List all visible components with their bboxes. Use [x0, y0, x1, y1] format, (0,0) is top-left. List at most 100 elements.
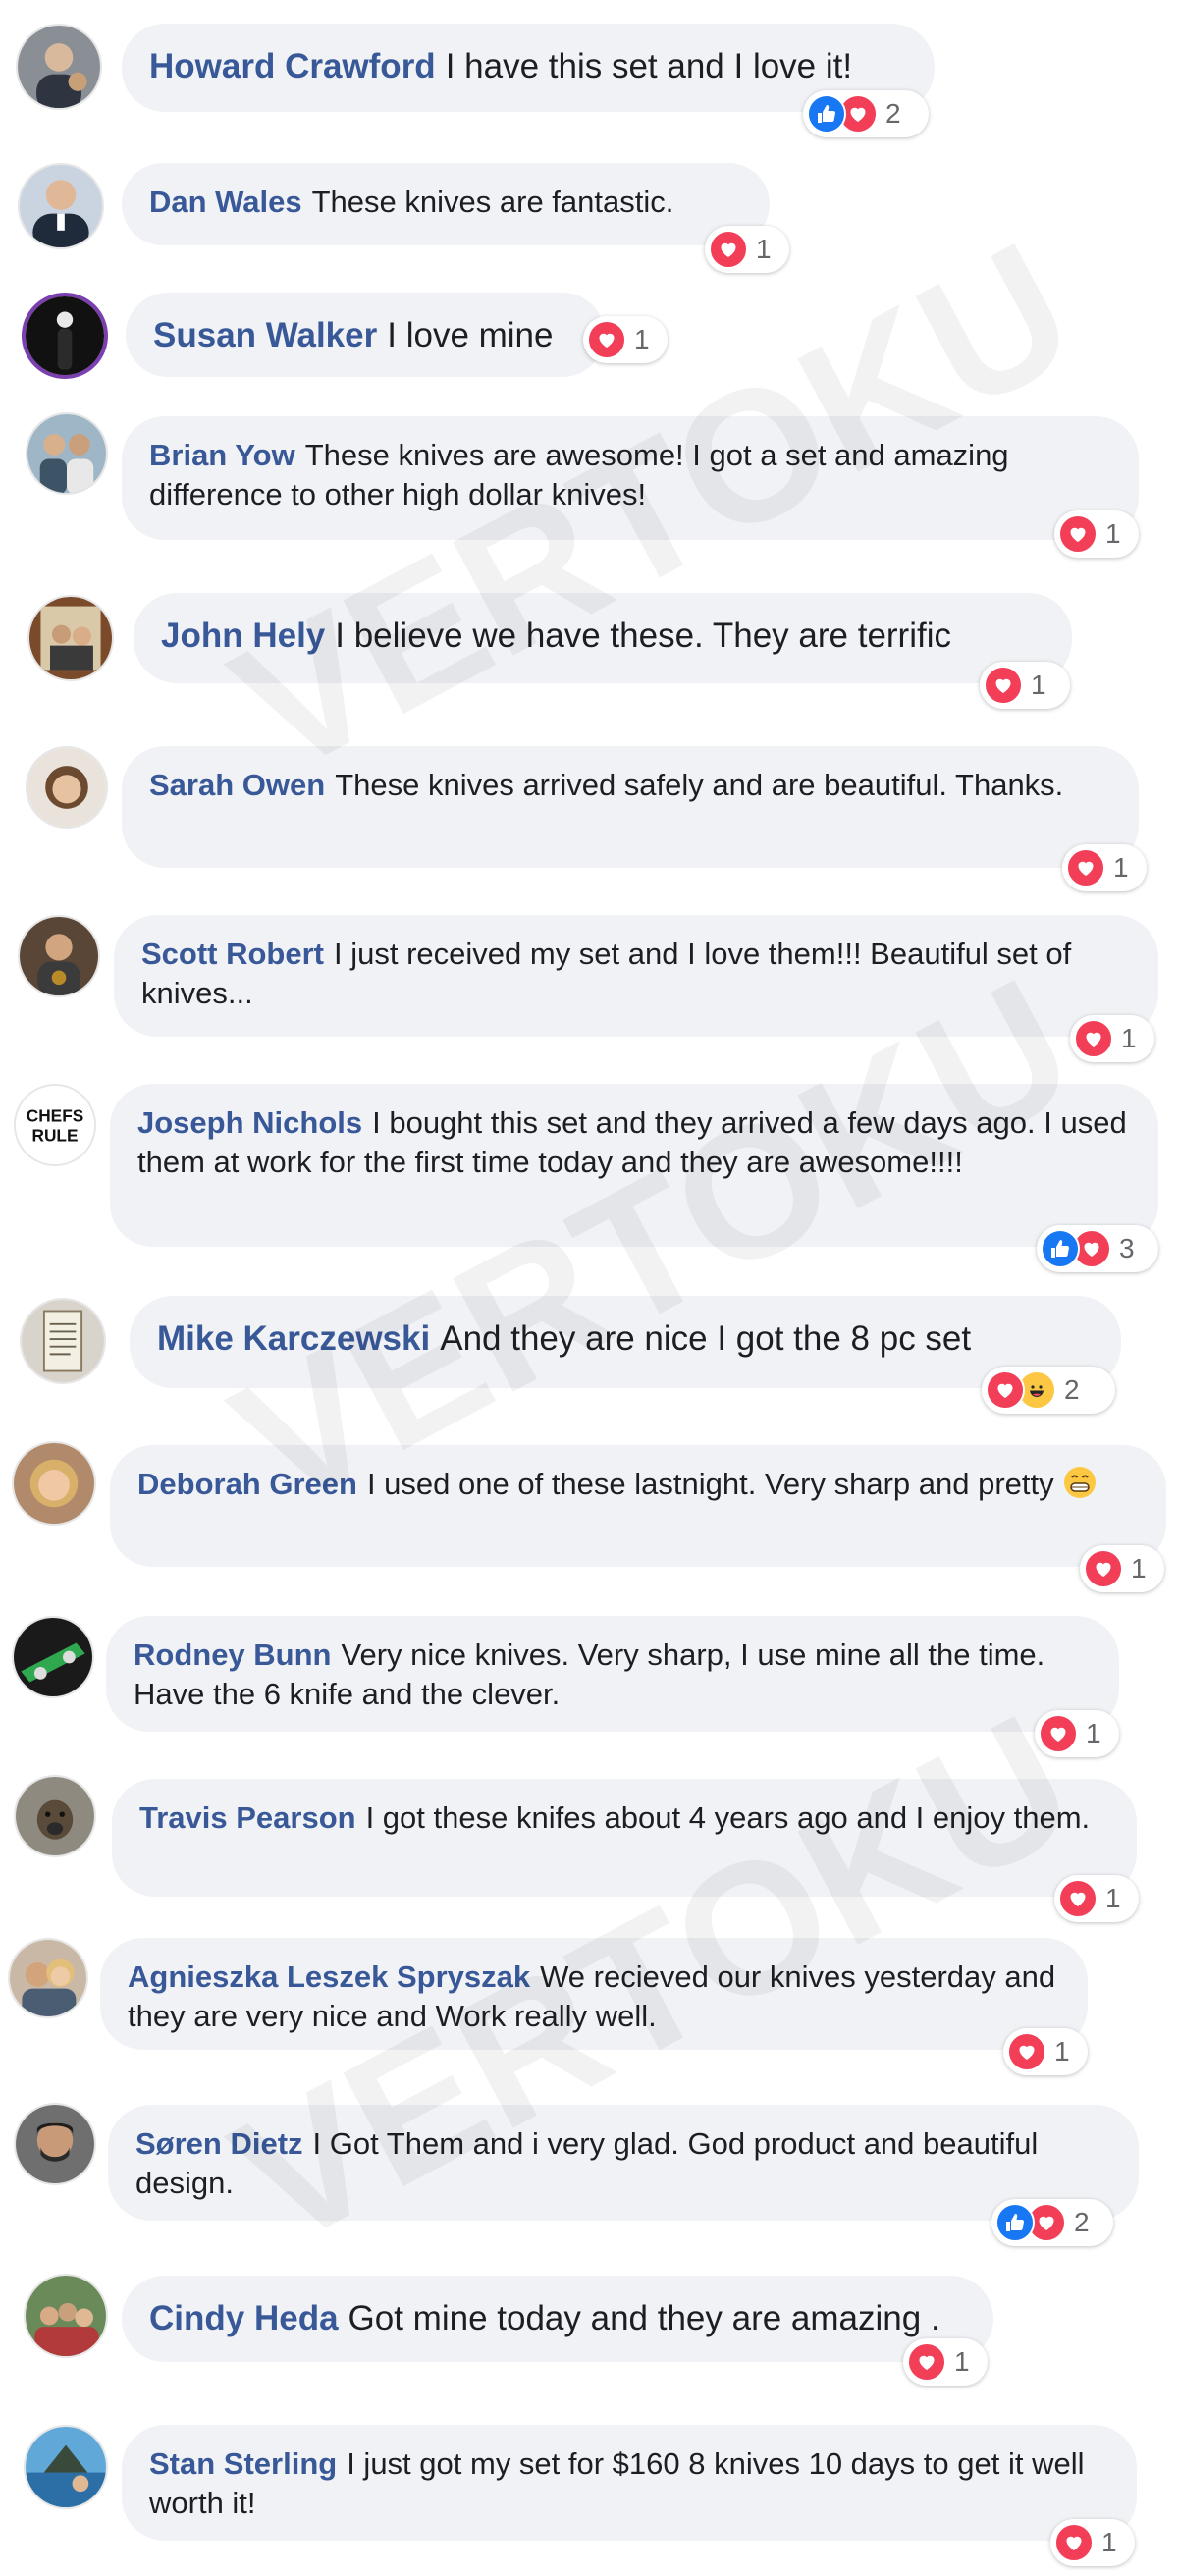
avatar[interactable] — [12, 1616, 94, 1698]
comment-bubble: Mike Karczewski And they are nice I got t… — [130, 1296, 1121, 1388]
reaction-count: 1 — [1101, 2527, 1117, 2557]
reaction-summary[interactable]: 1 — [1050, 2519, 1135, 2566]
comment-bubble: Scott Robert I just received my set and I… — [114, 915, 1158, 1037]
avatar[interactable] — [14, 1775, 96, 1857]
reaction-summary[interactable]: 1 — [1003, 2028, 1088, 2075]
grin-icon — [1064, 1467, 1097, 1498]
avatar[interactable] — [18, 915, 100, 997]
reaction-count: 1 — [1086, 1718, 1101, 1748]
comment-text: I have this set and I love it! — [445, 47, 853, 85]
reaction-count: 1 — [1105, 1883, 1121, 1913]
love-icon — [984, 666, 1023, 705]
avatar[interactable] — [26, 412, 108, 495]
comment-text: And they are nice I got the 8 pc set — [440, 1319, 972, 1358]
love-icon — [1066, 848, 1105, 887]
comment-text: I believe we have these. They are terrif… — [335, 617, 951, 655]
commenter-name[interactable]: Mike Karczewski — [157, 1319, 430, 1358]
reaction-count: 1 — [1105, 518, 1121, 549]
reaction-summary[interactable]: 1 — [1062, 844, 1147, 891]
commenter-name[interactable]: Rodney Bunn — [134, 1637, 332, 1672]
commenter-name[interactable]: John Hely — [161, 617, 325, 655]
commenter-name[interactable]: Joseph Nichols — [137, 1105, 362, 1140]
reaction-summary[interactable]: 2 — [991, 2199, 1113, 2246]
avatar-text-line2: RULE — [32, 1125, 79, 1145]
comment-bubble: Cindy Heda Got mine today and they are am… — [122, 2276, 993, 2362]
comment-text: Got mine today and they are amazing . — [348, 2299, 940, 2337]
comment-text: I love mine — [387, 316, 554, 354]
avatar[interactable] — [8, 1938, 88, 2018]
reaction-count: 3 — [1119, 1233, 1135, 1263]
comment-bubble: Brian Yow These knives are awesome! I got… — [122, 416, 1139, 540]
reaction-count: 1 — [954, 2346, 970, 2377]
reaction-count: 1 — [1121, 1023, 1137, 1053]
commenter-name[interactable]: Dan Wales — [149, 185, 302, 219]
comment-text: These knives are fantastic. — [311, 185, 674, 219]
reaction-summary[interactable]: 3 — [1037, 1225, 1158, 1272]
reaction-count: 1 — [634, 324, 650, 354]
commenter-name[interactable]: Cindy Heda — [149, 2299, 339, 2337]
love-icon — [1058, 1879, 1098, 1918]
comment-bubble: Dan Wales These knives are fantastic. — [122, 163, 770, 245]
avatar[interactable] — [16, 24, 102, 110]
avatar[interactable] — [26, 746, 108, 829]
love-icon — [1054, 2523, 1094, 2562]
reaction-count: 2 — [885, 98, 901, 129]
like-icon — [1041, 1229, 1080, 1268]
reaction-summary[interactable]: 1 — [583, 316, 668, 363]
reaction-summary[interactable]: 1 — [705, 226, 789, 273]
commenter-name[interactable]: Deborah Green — [137, 1467, 357, 1501]
like-icon — [807, 94, 846, 134]
avatar[interactable] — [20, 1298, 106, 1384]
commenter-name[interactable]: Susan Walker — [153, 316, 377, 354]
commenter-name[interactable]: Travis Pearson — [139, 1800, 356, 1835]
love-icon — [1084, 1549, 1123, 1588]
reaction-summary[interactable]: 1 — [1080, 1545, 1164, 1592]
comment-bubble: Agnieszka Leszek Spryszak We recieved our… — [100, 1938, 1088, 2050]
love-icon — [1007, 2032, 1046, 2071]
reaction-summary[interactable]: 2 — [803, 90, 929, 137]
comment-bubble: Sarah Owen These knives arrived safely an… — [122, 746, 1139, 868]
commenter-name[interactable]: Stan Sterling — [149, 2446, 337, 2481]
avatar[interactable] — [14, 2103, 96, 2185]
avatar[interactable] — [27, 595, 114, 681]
comment-bubble: Susan Walker I love mine — [126, 293, 605, 377]
comment-bubble: Søren Dietz I Got Them and i very glad. G… — [108, 2105, 1139, 2221]
reaction-summary[interactable]: 1 — [1035, 1710, 1119, 1757]
comment-text: I used one of these lastnight. Very shar… — [366, 1467, 1054, 1501]
love-icon — [1058, 514, 1098, 554]
reaction-summary[interactable]: 1 — [1070, 1015, 1154, 1062]
comment-bubble: Joseph Nichols I bought this set and they… — [110, 1084, 1158, 1247]
commenter-name[interactable]: Sarah Owen — [149, 768, 325, 802]
reaction-summary[interactable]: 1 — [1054, 1875, 1139, 1922]
commenter-name[interactable]: Søren Dietz — [135, 2126, 303, 2161]
love-icon — [1039, 1714, 1078, 1753]
reaction-summary[interactable]: 1 — [903, 2338, 988, 2386]
reaction-count: 1 — [1131, 1553, 1147, 1583]
reaction-summary[interactable]: 1 — [980, 662, 1070, 709]
reaction-summary[interactable]: 2 — [982, 1367, 1115, 1414]
love-icon — [1074, 1019, 1113, 1058]
avatar[interactable] — [22, 293, 108, 379]
reaction-summary[interactable]: 1 — [1054, 510, 1139, 558]
avatar[interactable] — [18, 163, 104, 249]
reaction-count: 2 — [1064, 1374, 1080, 1405]
commenter-name[interactable]: Brian Yow — [149, 438, 295, 472]
love-icon — [986, 1370, 1025, 1410]
comment-bubble: Rodney Bunn Very nice knives. Very sharp,… — [106, 1616, 1119, 1732]
comment-bubble: John Hely I believe we have these. They a… — [134, 593, 1072, 683]
avatar[interactable]: CHEFS RULE — [14, 1084, 96, 1166]
comment-text: These knives arrived safely and are beau… — [335, 768, 1064, 802]
reaction-count: 2 — [1074, 2207, 1090, 2237]
commenter-name[interactable]: Agnieszka Leszek Spryszak — [128, 1959, 530, 1994]
love-icon — [587, 320, 626, 359]
reaction-count: 1 — [1054, 2036, 1070, 2066]
love-icon — [709, 230, 748, 269]
love-icon — [907, 2342, 946, 2382]
comment-bubble: Deborah Green I used one of these lastnig… — [110, 1445, 1166, 1567]
commenter-name[interactable]: Howard Crawford — [149, 47, 436, 85]
avatar[interactable] — [12, 1441, 96, 1526]
like-icon — [995, 2203, 1035, 2242]
avatar[interactable] — [24, 2425, 108, 2509]
commenter-name[interactable]: Scott Robert — [141, 937, 324, 971]
avatar[interactable] — [24, 2274, 108, 2358]
